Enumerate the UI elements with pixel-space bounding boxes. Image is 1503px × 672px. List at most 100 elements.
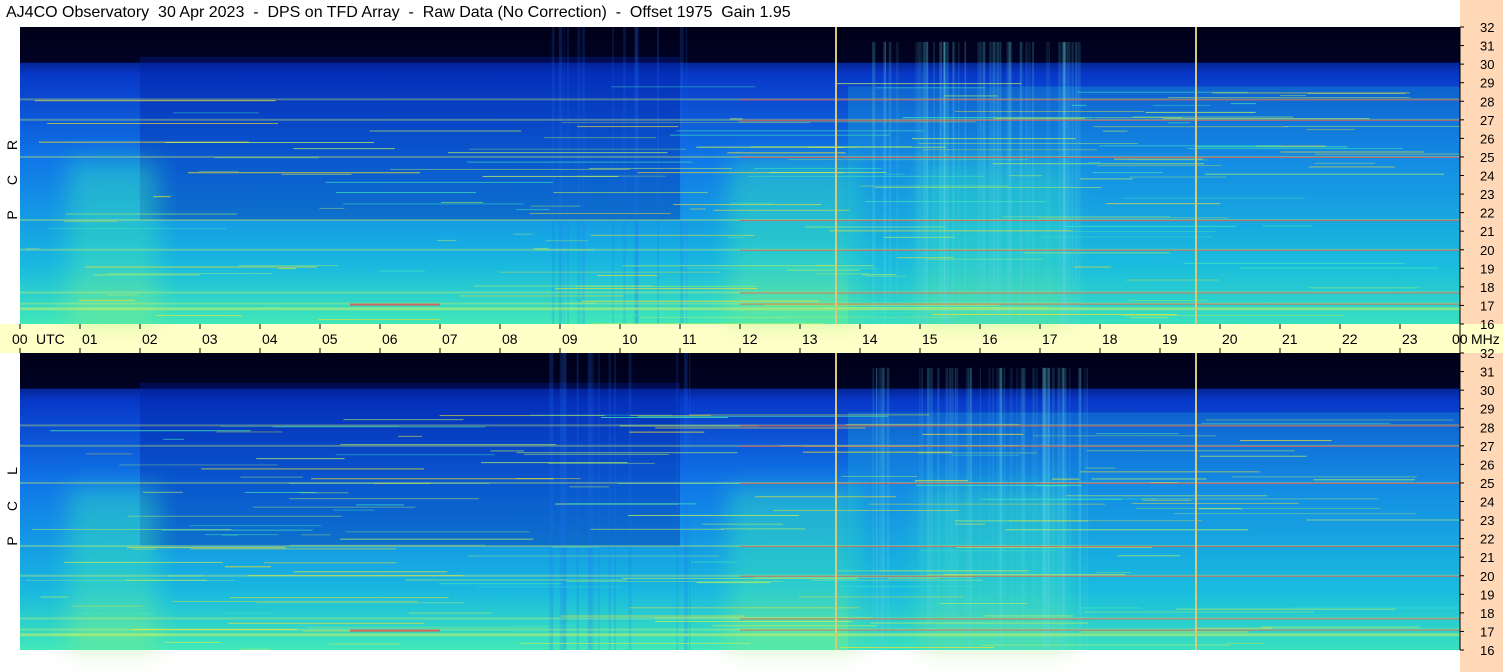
speckle-line [543,137,656,139]
speckle-line [340,538,534,540]
time-tick-label: 17 [1042,331,1058,347]
vertical-streak [564,353,567,650]
speckle-line [460,295,625,297]
time-marker-line [835,27,837,324]
interference-band [20,307,1460,311]
speckle-line [753,576,973,578]
vertical-streak [1062,367,1064,650]
vertical-streak [994,41,997,324]
interference-band-core [740,575,1460,577]
speckle-line [481,462,628,464]
speckle-line [65,213,237,215]
speckle-line [840,646,995,648]
vertical-streak [1068,41,1071,324]
speckle-line [476,586,620,588]
frequency-tick-label: 28 [1480,94,1494,109]
speckle-line [611,86,756,88]
time-tick-label: 16 [982,331,998,347]
speckle-line [405,579,627,581]
speckle-line [1113,158,1204,160]
speckle-line [597,275,658,277]
speckle-line [1231,476,1417,478]
time-tick-label: 18 [1102,331,1118,347]
speckle-line [343,203,524,205]
speckle-line [1106,203,1221,205]
speckle-line [782,316,957,318]
vertical-streak [875,367,878,650]
time-tick-label: 09 [562,331,578,347]
vertical-streak [628,353,632,650]
speckle-line [31,528,232,530]
speckle-line [1173,513,1416,515]
vertical-streak [979,367,981,650]
speckle-line [932,313,1177,315]
vertical-streak [563,27,565,324]
speckle-line [356,504,404,506]
vertical-streak [1035,367,1039,650]
vertical-streak [895,41,899,324]
vertical-streak [992,367,994,650]
frequency-tick-label: 24 [1480,169,1494,184]
speckle-line [1066,495,1268,497]
speckle-line [1129,317,1169,319]
vertical-streak [882,367,885,650]
vertical-streak [937,367,940,650]
speckle-line [1102,130,1128,132]
afternoon-region [848,412,1460,650]
speckle-line [1122,197,1305,199]
speckle-line [1083,611,1314,613]
speckle-line [943,95,998,97]
speckle-line [1261,626,1420,628]
speckle-line [1093,126,1288,128]
time-marker-line [1195,27,1197,324]
speckle-line [64,561,223,563]
speckle-line [1122,315,1344,317]
speckle-line [1167,122,1191,124]
speckle-line [861,274,896,276]
speckle-line [1261,225,1312,227]
interference-band-core [740,156,1460,158]
vertical-streak [614,353,616,650]
vertical-streak [948,367,952,650]
speckle-line [524,453,669,455]
speckle-line [335,192,477,194]
vertical-streak [872,367,875,650]
speckle-line [240,476,303,478]
time-tick-label: 01 [82,331,98,347]
speckle-line [1280,151,1425,153]
vertical-streak [925,41,929,324]
vertical-streak [1008,41,1012,324]
night-attenuation [140,56,680,221]
speckle-line [1205,419,1454,421]
speckle-line [728,236,745,238]
speckle-line [187,172,421,174]
speckle-line [981,644,1231,646]
speckle-line [690,561,738,563]
vertical-streak [1026,41,1029,324]
frequency-tick-label: 25 [1480,150,1494,165]
vertical-streak [1020,41,1024,324]
speckle-line [256,602,465,604]
vertical-streak [965,367,969,650]
speckle-line [329,643,401,645]
frequency-tick-label: 18 [1480,280,1494,295]
vertical-streak [945,367,949,650]
speckle-line [1080,471,1260,473]
frequency-tick-label: 25 [1480,476,1494,491]
vertical-streak [927,367,931,650]
speckle-line [954,523,986,525]
vertical-streak [581,27,585,324]
speckle-line [264,562,397,564]
vertical-streak [1009,367,1013,650]
vertical-streak [964,41,967,324]
speckle-line [1079,607,1141,609]
frequency-tick-label: 21 [1480,550,1494,565]
frequency-unit-label: MHz [1471,331,1500,347]
interference-band-core [740,249,1460,251]
vertical-streak [996,367,999,650]
vertical-streak [1003,367,1006,650]
speckle-line [1091,320,1246,322]
time-tick-label: 15 [922,331,938,347]
speckle-line [566,503,696,505]
vertical-streak [872,41,875,324]
